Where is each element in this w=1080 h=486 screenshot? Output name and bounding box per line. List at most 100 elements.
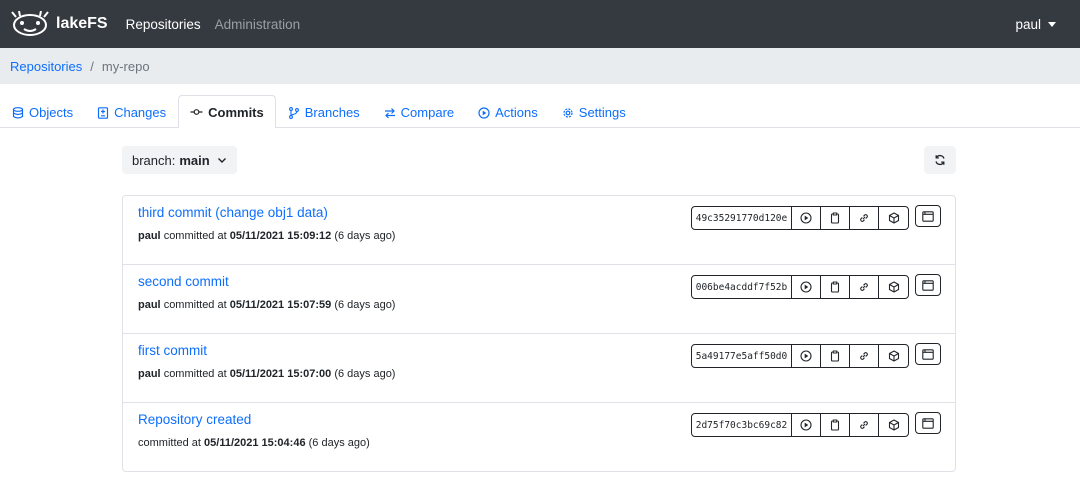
refresh-button[interactable] [924, 146, 956, 174]
refresh-icon [935, 154, 945, 166]
browser-icon [922, 417, 934, 429]
breadcrumb: Repositories / my-repo [0, 48, 1080, 84]
commit-title-link[interactable]: Repository created [138, 412, 251, 427]
copy-link-button[interactable] [850, 414, 879, 436]
commit-title-link[interactable]: third commit (change obj1 data) [138, 205, 328, 220]
commit-row: first commit paul committed at 05/11/202… [123, 334, 955, 403]
copy-uri-button[interactable] [879, 345, 908, 367]
tab-commits-label: Commits [208, 104, 264, 120]
chevron-down-icon [217, 158, 226, 163]
commit-at-label: committed at [163, 368, 227, 380]
commit-title-link[interactable]: first commit [138, 343, 207, 358]
copy-link-button[interactable] [850, 276, 879, 298]
tab-actions-label: Actions [495, 105, 538, 120]
copy-link-button[interactable] [850, 207, 879, 229]
commit-title-link[interactable]: second commit [138, 274, 229, 289]
axolotl-logo-icon [11, 11, 49, 36]
tab-compare[interactable]: Compare [372, 96, 466, 128]
tab-actions[interactable]: Actions [466, 96, 550, 128]
tab-branches-label: Branches [304, 105, 360, 120]
brand[interactable]: lakeFS [10, 11, 108, 37]
browse-objects-button[interactable] [915, 274, 941, 296]
browse-objects-button[interactable] [915, 343, 941, 365]
commit-row: third commit (change obj1 data) paul com… [123, 196, 955, 265]
commit-author: paul [138, 368, 161, 380]
branch-selector[interactable]: branch: main [122, 146, 237, 174]
clipboard-icon [830, 212, 840, 224]
view-actions-button[interactable] [792, 345, 821, 367]
copy-link-button[interactable] [850, 345, 879, 367]
commit-sha-button[interactable]: 2d75f70c3bc69c82 [692, 414, 792, 436]
commit-author: paul [138, 299, 161, 311]
browse-objects-button[interactable] [915, 205, 941, 227]
commit-relative-time: (6 days ago) [334, 368, 396, 380]
nav-administration[interactable]: Administration [215, 17, 301, 32]
nav-repositories[interactable]: Repositories [126, 17, 201, 32]
commit-list: third commit (change obj1 data) paul com… [122, 195, 956, 472]
file-diff-icon [97, 106, 109, 119]
clipboard-icon [830, 281, 840, 293]
compare-arrows-icon [384, 107, 395, 118]
breadcrumb-repositories[interactable]: Repositories [10, 59, 82, 74]
play-circle-icon [800, 419, 812, 431]
database-icon [12, 106, 24, 119]
breadcrumb-separator: / [90, 58, 94, 74]
tab-compare-label: Compare [400, 105, 455, 120]
commit-sha-button[interactable]: 49c35291770d120e [692, 207, 792, 229]
copy-uri-button[interactable] [879, 207, 908, 229]
branch-selector-value: main [179, 152, 210, 168]
browser-icon [922, 348, 934, 360]
commit-timestamp: 05/11/2021 15:07:59 [229, 299, 332, 311]
copy-id-button[interactable] [821, 414, 850, 436]
gear-icon [563, 107, 573, 118]
clipboard-icon [830, 419, 840, 431]
tab-changes-label: Changes [114, 105, 167, 120]
commit-at-label: committed at [163, 299, 227, 311]
copy-id-button[interactable] [821, 345, 850, 367]
browse-objects-button[interactable] [915, 412, 941, 434]
tab-objects[interactable]: Objects [0, 96, 85, 128]
tab-settings[interactable]: Settings [550, 96, 638, 128]
package-icon [888, 419, 899, 431]
commit-actions-group: 5a49177e5aff50d0 [691, 344, 909, 368]
user-name: paul [1015, 16, 1041, 32]
view-actions-button[interactable] [792, 207, 821, 229]
commit-actions-group: 006be4acddf7f52b [691, 275, 909, 299]
brand-name: lakeFS [56, 15, 108, 32]
view-actions-button[interactable] [792, 414, 821, 436]
play-circle-icon [800, 350, 812, 362]
tab-settings-label: Settings [578, 105, 626, 120]
user-menu[interactable]: paul [1015, 0, 1056, 48]
commit-relative-time: (6 days ago) [334, 230, 396, 242]
git-branch-icon [288, 106, 299, 119]
package-icon [888, 212, 899, 224]
link-icon [860, 214, 868, 222]
branch-selector-prefix: branch: [132, 152, 176, 168]
commit-relative-time: (6 days ago) [334, 299, 396, 311]
commit-timestamp: 05/11/2021 15:07:00 [229, 368, 332, 380]
copy-uri-button[interactable] [879, 276, 908, 298]
tab-branches[interactable]: Branches [276, 96, 372, 128]
copy-id-button[interactable] [821, 276, 850, 298]
commit-row: Repository created committed at 05/11/20… [123, 403, 955, 471]
commit-timestamp: 05/11/2021 15:09:12 [229, 230, 332, 242]
play-circle-icon [800, 281, 812, 293]
commit-at-label: committed at [138, 437, 201, 449]
commit-meta: paul committed at 05/11/2021 15:07:00 (6… [138, 368, 395, 380]
copy-uri-button[interactable] [879, 414, 908, 436]
commit-sha-button[interactable]: 5a49177e5aff50d0 [692, 345, 792, 367]
commit-meta: committed at 05/11/2021 15:04:46 (6 days… [138, 437, 370, 449]
view-actions-button[interactable] [792, 276, 821, 298]
tab-changes[interactable]: Changes [85, 96, 178, 128]
tab-objects-label: Objects [29, 105, 74, 120]
browser-icon [922, 210, 934, 222]
repo-tabs: Objects Changes Commits Branches Compare… [0, 84, 1080, 128]
copy-id-button[interactable] [821, 207, 850, 229]
package-icon [888, 281, 899, 293]
play-circle-icon [800, 212, 812, 224]
commit-sha-button[interactable]: 006be4acddf7f52b [692, 276, 792, 298]
tab-commits[interactable]: Commits [178, 95, 276, 128]
commit-row: second commit paul committed at 05/11/20… [123, 265, 955, 334]
git-commit-icon [190, 109, 203, 115]
link-icon [860, 421, 868, 429]
